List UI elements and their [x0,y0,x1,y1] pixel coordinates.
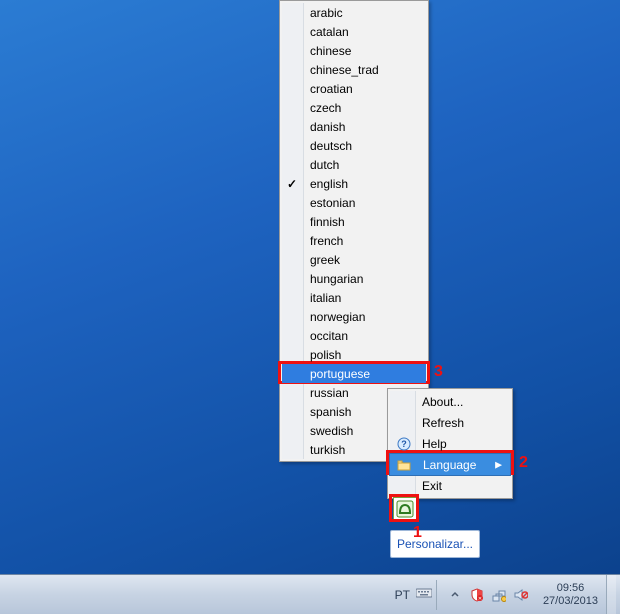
menu-item-label: About... [422,395,463,409]
menu-item-refresh[interactable]: Refresh [390,412,510,433]
help-icon: ? [396,436,412,452]
menu-item-label: Exit [422,479,442,493]
taskbar: PT ✕ 09:56 27/03/2 [0,574,620,614]
menu-item-exit[interactable]: Exit [390,475,510,496]
annotation-number-2: 2 [519,454,528,472]
language-item-chinese_trad[interactable]: chinese_trad [282,60,426,79]
language-item-label: catalan [310,25,349,39]
language-item-chinese[interactable]: chinese [282,41,426,60]
menu-item-label: Help [422,437,447,451]
taskbar-clock[interactable]: 09:56 27/03/2013 [535,582,606,608]
menu-item-help[interactable]: ? Help [390,433,510,454]
tray-separator [436,580,437,610]
language-item-label: hungarian [310,272,363,286]
security-shield-icon[interactable]: ✕ [469,587,485,603]
language-item-label: chinese [310,44,351,58]
tray-context-menu: About... Refresh ? Help Language ▶ Exit [387,388,513,499]
system-tray: PT ✕ 09:56 27/03/2 [389,575,620,614]
language-item-label: swedish [310,424,353,438]
submenu-arrow-icon: ▶ [495,459,502,470]
language-item-polish[interactable]: polish [282,345,426,364]
language-item-label: french [310,234,343,248]
annotation-number-3: 3 [434,363,443,381]
language-item-norwegian[interactable]: norwegian [282,307,426,326]
language-item-french[interactable]: french [282,231,426,250]
language-item-arabic[interactable]: arabic [282,3,426,22]
language-item-label: dutch [310,158,339,172]
desktop: arabic catalan chinese chinese_trad croatian… [0,0,620,614]
menu-item-about[interactable]: About... [390,391,510,412]
menu-item-label: Refresh [422,416,464,430]
language-item-czech[interactable]: czech [282,98,426,117]
language-item-label: greek [310,253,340,267]
language-item-label: chinese_trad [310,63,379,77]
language-item-catalan[interactable]: catalan [282,22,426,41]
language-item-label: deutsch [310,139,352,153]
check-icon: ✓ [287,177,297,191]
language-item-greek[interactable]: greek [282,250,426,269]
language-item-english[interactable]: ✓ english [282,174,426,193]
language-item-label: portuguese [310,367,370,381]
language-item-label: czech [310,101,341,115]
language-item-label: croatian [310,82,353,96]
language-item-label: finnish [310,215,345,229]
app-tray-icon[interactable] [393,497,417,521]
language-item-label: occitan [310,329,348,343]
language-item-croatian[interactable]: croatian [282,79,426,98]
language-item-label: italian [310,291,341,305]
keyboard-icon[interactable] [416,587,432,602]
language-item-label: russian [310,386,349,400]
language-item-label: arabic [310,6,343,20]
language-item-estonian[interactable]: estonian [282,193,426,212]
language-item-label: turkish [310,443,345,457]
folder-icon [396,457,412,473]
language-item-dutch[interactable]: dutch [282,155,426,174]
language-item-label: english [310,177,348,191]
language-item-label: estonian [310,196,355,210]
language-item-label: spanish [310,405,351,419]
clock-time: 09:56 [543,582,598,595]
language-indicator[interactable]: PT [389,586,416,604]
tray-chevron-icon[interactable] [447,587,463,603]
language-item-label: danish [310,120,345,134]
clock-date: 27/03/2013 [543,595,598,608]
language-item-finnish[interactable]: finnish [282,212,426,231]
menu-item-label: Language [423,458,476,472]
show-desktop-button[interactable] [606,575,616,614]
language-item-deutsch[interactable]: deutsch [282,136,426,155]
tray-icons: ✕ [441,587,535,603]
language-item-label: polish [310,348,341,362]
language-item-portuguese[interactable]: portuguese [282,364,426,383]
language-item-italian[interactable]: italian [282,288,426,307]
language-item-label: norwegian [310,310,365,324]
language-item-danish[interactable]: danish [282,117,426,136]
volume-muted-icon[interactable] [513,587,529,603]
language-item-hungarian[interactable]: hungarian [282,269,426,288]
network-icon[interactable] [491,587,507,603]
personalize-label: Personalizar... [397,537,473,551]
svg-text:?: ? [401,439,407,449]
language-item-occitan[interactable]: occitan [282,326,426,345]
svg-text:✕: ✕ [478,596,482,602]
personalize-link[interactable]: Personalizar... [390,530,480,558]
menu-item-language[interactable]: Language ▶ [389,453,511,476]
